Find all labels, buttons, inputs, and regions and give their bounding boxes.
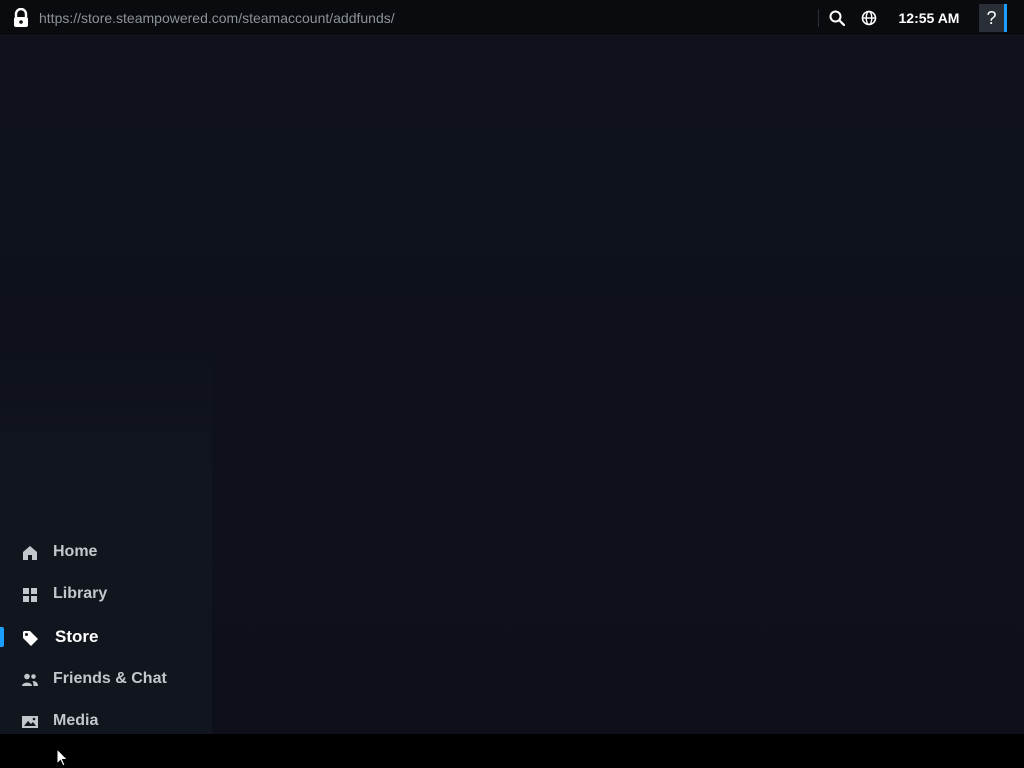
mouse-cursor-icon [56, 748, 69, 767]
toolbar-divider [818, 9, 819, 27]
friends-icon [22, 673, 38, 686]
image-icon [22, 716, 38, 728]
search-icon[interactable] [828, 9, 846, 27]
menu-item-library[interactable]: Library [0, 574, 212, 614]
globe-icon[interactable] [860, 9, 878, 27]
menu-item-label: Store [55, 627, 99, 646]
bottom-bar [0, 734, 1024, 768]
help-button[interactable]: ? [979, 4, 1007, 32]
grid-icon [23, 588, 37, 602]
menu-item-friends[interactable]: Friends & Chat [0, 659, 212, 699]
top-bar: https://store.steampowered.com/steamacco… [0, 0, 1024, 36]
url-field[interactable]: https://store.steampowered.com/steamacco… [39, 0, 395, 36]
home-icon [23, 546, 37, 560]
tag-icon [23, 631, 38, 646]
active-indicator [0, 627, 4, 647]
menu-item-label: Library [53, 585, 108, 602]
menu-item-label: Home [53, 543, 98, 560]
lock-icon [14, 8, 28, 27]
menu-item-store[interactable]: Store [0, 617, 212, 657]
menu-item-label: Friends & Chat [53, 670, 167, 687]
menu-item-home[interactable]: Home [0, 532, 212, 572]
clock: 12:55 AM [898, 10, 960, 26]
side-menu: Home Library Store Friends & Chat Media [0, 352, 212, 734]
